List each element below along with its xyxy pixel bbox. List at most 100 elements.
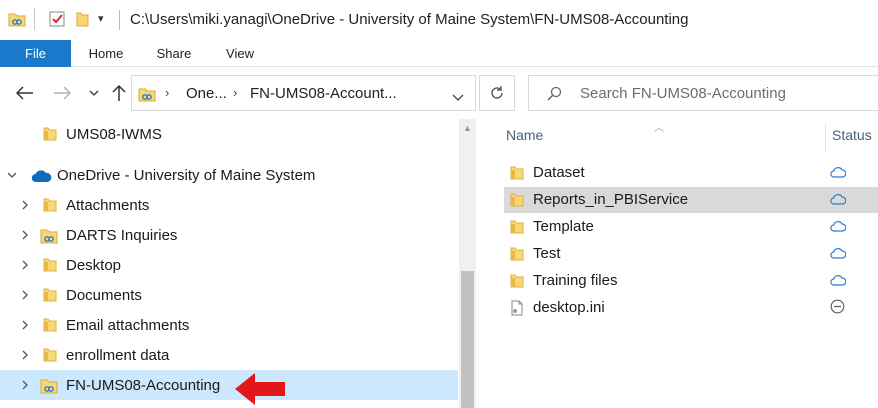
recent-locations-button[interactable] (82, 81, 106, 105)
folder-icon (42, 126, 58, 145)
title-separator (119, 10, 120, 30)
tab-home[interactable]: Home (80, 40, 132, 67)
toolbar-divider (34, 8, 35, 30)
folder-icon (42, 347, 58, 366)
refresh-icon (491, 86, 503, 99)
up-arrow-icon (112, 84, 126, 101)
nav-item-enrollment-data[interactable]: enrollment data (0, 340, 458, 370)
chevron-down-icon (89, 90, 99, 96)
nav-item-label: OneDrive - University of Maine System (57, 167, 316, 184)
tab-file[interactable]: File (0, 40, 71, 67)
nav-item-attachments[interactable]: Attachments (0, 190, 458, 220)
tab-share[interactable]: Share (148, 40, 200, 67)
nav-item-label: Email attachments (66, 317, 190, 334)
file-name: desktop.ini (533, 299, 605, 316)
chevron-down-icon[interactable] (5, 168, 19, 182)
nav-item-label: Desktop (66, 257, 122, 274)
file-list: Name ︿ Status Dataset Reports_in_PBIServ… (484, 119, 878, 408)
properties-checkmark-icon[interactable] (48, 10, 66, 31)
folder-icon (509, 246, 525, 265)
chevron-right-icon[interactable] (18, 288, 32, 302)
excluded-icon (830, 299, 845, 317)
file-row-test[interactable]: Test (504, 241, 878, 267)
annotation-arrow-icon (235, 373, 285, 405)
file-row-dataset[interactable]: Dataset (504, 160, 878, 186)
breadcrumb-current-folder[interactable]: FN-UMS08-Account... (250, 85, 397, 102)
shared-folder-icon[interactable] (8, 10, 26, 31)
title-bar: ▾ C:\Users\miki.yanagi\OneDrive - Univer… (0, 0, 878, 40)
cloud-icon (830, 219, 847, 235)
file-row-template[interactable]: Template (504, 214, 878, 240)
file-row-reports-in-pbiservice[interactable]: Reports_in_PBIService (504, 187, 878, 213)
cloud-icon (830, 165, 847, 181)
scroll-thumb[interactable] (461, 271, 474, 408)
file-name: Test (533, 245, 561, 262)
chevron-right-icon[interactable] (18, 228, 32, 242)
onedrive-cloud-icon (30, 169, 52, 186)
breadcrumb-chevron-icon[interactable]: › (165, 85, 169, 100)
column-separator[interactable] (825, 123, 826, 153)
breadcrumb-onedrive[interactable]: One... (186, 85, 227, 102)
nav-item-documents[interactable]: Documents (0, 280, 458, 310)
column-header-status[interactable]: Status (832, 127, 872, 143)
search-input[interactable]: Search FN-UMS08-Accounting (528, 75, 878, 111)
tab-view[interactable]: View (216, 40, 264, 67)
quick-access-dropdown-icon[interactable]: ▾ (98, 12, 104, 25)
folder-icon (42, 197, 58, 216)
folder-icon (42, 257, 58, 276)
folder-icon (509, 219, 525, 238)
nav-item-desktop[interactable]: Desktop (0, 250, 458, 280)
folder-icon (509, 165, 525, 184)
folder-icon (509, 192, 525, 211)
nav-item-onedrive[interactable]: OneDrive - University of Maine System (0, 160, 458, 190)
address-history-dropdown-icon[interactable] (452, 89, 464, 105)
folder-icon (42, 287, 58, 306)
refresh-button[interactable] (479, 75, 515, 111)
cloud-icon (830, 273, 847, 289)
breadcrumb-chevron-icon[interactable]: › (233, 85, 237, 100)
search-icon (546, 86, 562, 105)
ini-file-icon (509, 300, 525, 319)
forward-button[interactable] (50, 81, 74, 105)
window-title: C:\Users\miki.yanagi\OneDrive - Universi… (130, 11, 689, 28)
shared-folder-icon (138, 85, 156, 106)
file-name: Training files (533, 272, 618, 289)
forward-arrow-icon (54, 86, 71, 100)
navigation-bar: › One... › FN-UMS08-Account... Search FN… (0, 67, 878, 119)
back-button[interactable] (13, 81, 37, 105)
cloud-icon (830, 246, 847, 262)
chevron-right-icon[interactable] (18, 348, 32, 362)
nav-item-ums08-iwms[interactable]: UMS08-IWMS (0, 119, 458, 149)
folder-icon (509, 273, 525, 292)
chevron-right-icon[interactable] (18, 258, 32, 272)
nav-item-darts-inquiries[interactable]: DARTS Inquiries (0, 220, 458, 250)
nav-item-label: UMS08-IWMS (66, 126, 162, 143)
column-header-name[interactable]: Name (506, 127, 543, 143)
file-name: Template (533, 218, 594, 235)
sort-ascending-icon: ︿ (654, 123, 664, 134)
search-placeholder: Search FN-UMS08-Accounting (580, 85, 786, 102)
file-row-desktop-ini[interactable]: desktop.ini (504, 295, 878, 321)
file-name: Reports_in_PBIService (533, 191, 689, 208)
nav-item-email-attachments[interactable]: Email attachments (0, 310, 458, 340)
ribbon: File Home Share View (0, 40, 878, 67)
chevron-right-icon[interactable] (18, 198, 32, 212)
nav-scrollbar[interactable]: ▲ (459, 119, 476, 408)
shared-folder-icon (40, 227, 58, 248)
file-row-training-files[interactable]: Training files (504, 268, 878, 294)
new-folder-icon[interactable] (74, 10, 92, 31)
nav-item-label: Documents (66, 287, 142, 304)
file-name: Dataset (533, 164, 585, 181)
chevron-right-icon[interactable] (18, 378, 32, 392)
chevron-right-icon[interactable] (18, 318, 32, 332)
shared-folder-icon (40, 377, 58, 398)
address-bar[interactable]: › One... › FN-UMS08-Account... (131, 75, 476, 111)
folder-icon (42, 317, 58, 336)
up-button[interactable] (107, 81, 131, 105)
scroll-up-icon[interactable]: ▲ (459, 119, 476, 136)
nav-item-label: Attachments (66, 197, 150, 214)
nav-item-fn-ums08-accounting[interactable]: FN-UMS08-Accounting (0, 370, 458, 400)
cloud-icon (830, 192, 847, 208)
back-arrow-icon (16, 86, 33, 100)
nav-item-label: FN-UMS08-Accounting (66, 377, 221, 394)
